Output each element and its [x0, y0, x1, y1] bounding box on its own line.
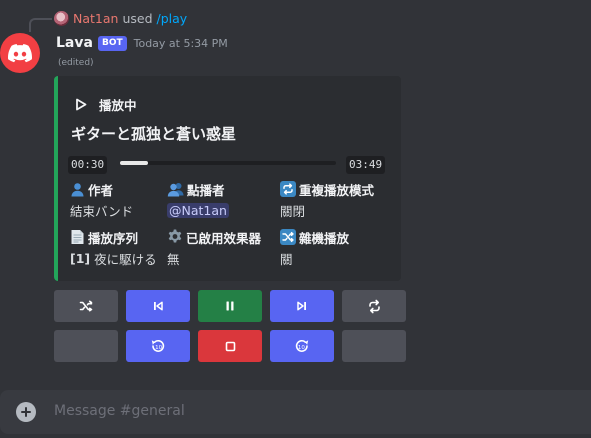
field-effects: 已啟用效果器 無 — [167, 228, 261, 267]
plus-icon — [21, 407, 31, 417]
svg-text:10: 10 — [298, 345, 305, 351]
blank-button-left[interactable] — [54, 330, 118, 362]
avatar[interactable] — [0, 33, 40, 73]
reply-context[interactable]: Nat1an used /play — [29, 8, 188, 32]
shuffle-icon — [79, 300, 93, 312]
embed-accent-bar — [54, 76, 58, 281]
field-repeat-mode: 重複播放模式 關閉 — [280, 180, 374, 219]
previous-button[interactable] — [126, 290, 190, 322]
add-attachment-button[interactable] — [16, 402, 36, 422]
gear-icon — [167, 229, 183, 245]
discord-logo-icon — [8, 43, 32, 62]
total-time: 03:49 — [346, 156, 386, 174]
field-queue: 播放序列 [1] 夜に駆ける — [70, 228, 157, 267]
message-header: Lava BOT Today at 5:34 PM — [56, 33, 228, 53]
field-value: 關閉 — [280, 203, 306, 219]
stop-button[interactable] — [198, 330, 262, 362]
timestamp[interactable]: Today at 5:34 PM — [134, 37, 228, 50]
field-value: 無 — [167, 251, 180, 267]
field-name: 重複播放模式 — [299, 182, 375, 198]
embed-title: ギターと孤独と蒼い惑星 — [71, 125, 237, 143]
message-input-placeholder[interactable]: Message #general — [54, 403, 185, 419]
shuffle-icon — [280, 229, 296, 245]
field-name: 已啟用效果器 — [186, 230, 262, 246]
field-name: 雜機播放 — [299, 230, 350, 246]
reply-spine — [29, 18, 52, 32]
username[interactable]: Lava — [56, 35, 93, 51]
user-mention[interactable]: @Nat1an — [167, 202, 229, 218]
reply-command[interactable]: /play — [157, 11, 188, 26]
people-icon — [167, 182, 184, 197]
forward-10-icon: 10 — [295, 339, 309, 352]
skip-next-icon — [297, 301, 306, 311]
page-icon — [70, 229, 85, 245]
forward-button[interactable]: 10 — [270, 330, 334, 362]
embed-author: 播放中 — [75, 95, 137, 114]
bot-tag: BOT — [97, 35, 127, 51]
person-icon — [70, 182, 85, 197]
field-name: 播放序列 — [88, 230, 139, 246]
stop-icon — [225, 341, 235, 351]
embed-author-text: 播放中 — [99, 98, 137, 113]
loop-button[interactable] — [342, 290, 406, 322]
field-requester: 點播者 @Nat1an — [167, 180, 229, 219]
skip-previous-icon — [154, 301, 163, 311]
field-shuffle: 雜機播放 關 — [280, 228, 349, 267]
play-icon — [76, 98, 87, 111]
rewind-10-icon: 10 — [151, 339, 165, 352]
field-value: 關 — [280, 251, 293, 267]
field-name: 作者 — [88, 182, 114, 198]
progress-bar — [120, 161, 336, 165]
loop-icon — [368, 299, 380, 313]
repeat-icon — [280, 181, 296, 197]
rewind-button[interactable]: 10 — [126, 330, 190, 362]
blank-button-right[interactable] — [342, 330, 406, 362]
svg-text:10: 10 — [155, 345, 162, 351]
current-time: 00:30 — [68, 156, 108, 174]
reply-avatar[interactable] — [54, 10, 69, 26]
progress-fill — [120, 161, 149, 165]
queue-position: [1] — [70, 250, 91, 266]
reply-username[interactable]: Nat1an — [73, 11, 118, 26]
edited-label: (edited) — [58, 58, 94, 68]
pause-icon — [226, 301, 234, 311]
next-button[interactable] — [270, 290, 334, 322]
pause-button[interactable] — [198, 290, 262, 322]
message-composer[interactable]: Message #general — [0, 390, 591, 434]
shuffle-button[interactable] — [54, 290, 118, 322]
field-author: 作者 結束バンド — [70, 180, 133, 219]
field-value: 夜に駆ける — [94, 251, 157, 267]
reply-action: used — [122, 10, 153, 26]
field-name: 點播者 — [187, 182, 225, 198]
field-value: 結束バンド — [70, 203, 134, 219]
embed: 播放中 ギターと孤独と蒼い惑星 00:30 03:49 作者 結束バンド 點播者… — [54, 76, 401, 281]
